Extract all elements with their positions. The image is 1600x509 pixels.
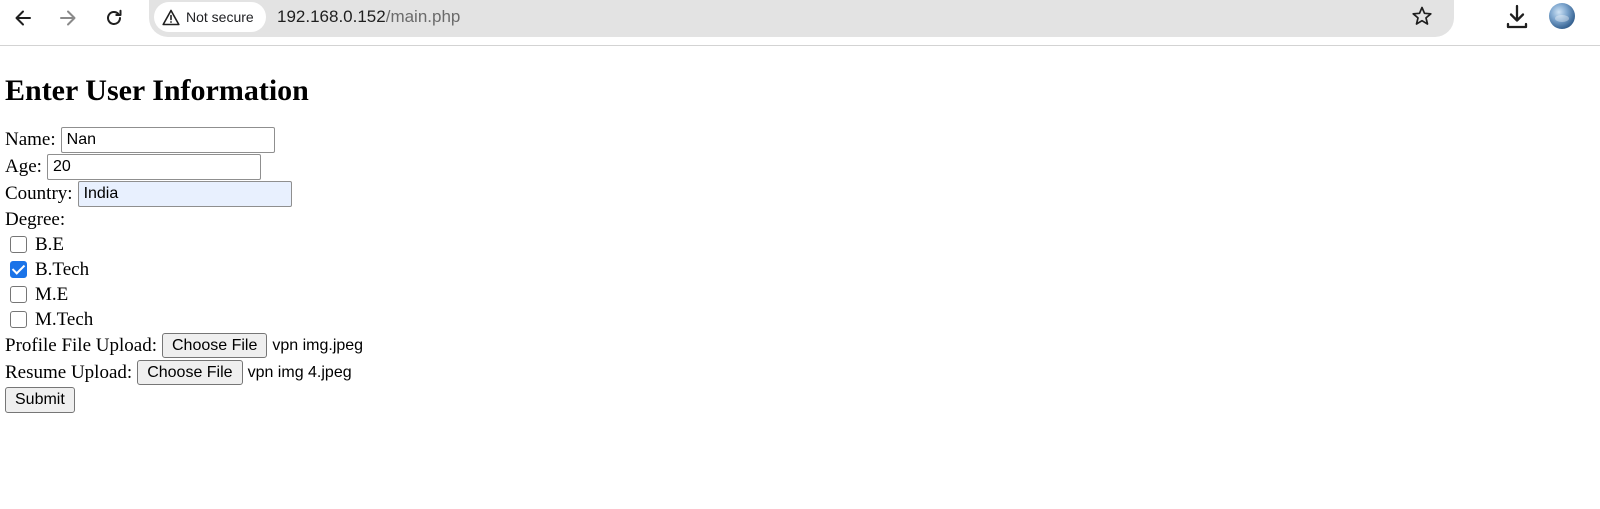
download-icon (1506, 4, 1528, 29)
degree-option-btech[interactable]: B.Tech (5, 257, 363, 282)
back-button[interactable] (8, 3, 38, 33)
resume-upload-label: Resume Upload: (5, 361, 133, 383)
resume-choose-file-button[interactable]: Choose File (137, 360, 243, 385)
security-chip[interactable]: Not secure (154, 2, 266, 32)
name-label: Name: (5, 128, 56, 150)
country-label: Country: (5, 182, 73, 204)
warning-triangle-icon (162, 9, 180, 26)
security-label: Not secure (186, 9, 254, 25)
checkbox-mtech[interactable] (10, 311, 27, 328)
checkbox-be[interactable] (10, 236, 27, 253)
age-row: Age: (5, 153, 363, 180)
degree-option-me[interactable]: M.E (5, 282, 363, 307)
submit-button[interactable]: Submit (5, 386, 75, 413)
profile-avatar[interactable] (1549, 3, 1575, 29)
name-row: Name: (5, 126, 363, 153)
url-path: /main.php (385, 7, 461, 26)
degree-option-label: B.E (35, 233, 65, 255)
forward-button[interactable] (53, 3, 83, 33)
profile-upload-row: Profile File Upload: Choose File vpn img… (5, 332, 363, 359)
submit-row: Submit (5, 386, 363, 413)
degree-option-label: B.Tech (35, 258, 90, 280)
profile-upload-label: Profile File Upload: (5, 334, 157, 356)
name-input[interactable] (60, 126, 275, 153)
degree-option-be[interactable]: B.E (5, 232, 363, 257)
browser-toolbar: Not secure 192.168.0.152/main.php (0, 0, 1600, 46)
arrow-right-icon (60, 10, 76, 26)
page-title: Enter User Information (5, 74, 309, 107)
degree-label: Degree: (5, 209, 66, 230)
degree-option-label: M.Tech (35, 308, 94, 330)
arrow-left-icon (15, 10, 31, 26)
page-content: Enter User Information Name: Age: Countr… (5, 47, 363, 413)
reload-button[interactable] (99, 3, 129, 33)
degree-option-label: M.E (35, 283, 69, 305)
age-label: Age: (5, 155, 42, 177)
checkbox-me[interactable] (10, 286, 27, 303)
bookmark-button[interactable] (1411, 5, 1433, 32)
star-icon (1412, 6, 1432, 25)
download-button[interactable] (1504, 3, 1530, 36)
resume-upload-row: Resume Upload: Choose File vpn img 4.jpe… (5, 359, 363, 386)
age-input[interactable] (46, 153, 261, 180)
profile-file-name: vpn img.jpeg (272, 336, 364, 354)
profile-choose-file-button[interactable]: Choose File (161, 333, 268, 358)
degree-option-mtech[interactable]: M.Tech (5, 307, 363, 332)
url-host: 192.168.0.152 (277, 7, 386, 26)
country-row: Country: (5, 180, 363, 207)
country-input[interactable] (77, 180, 292, 207)
reload-icon (107, 9, 122, 25)
checkbox-btech[interactable] (10, 261, 27, 278)
resume-file-name: vpn img 4.jpeg (247, 363, 352, 381)
address-bar[interactable]: Not secure 192.168.0.152/main.php (149, 0, 1454, 37)
url-text[interactable]: 192.168.0.152/main.php (277, 7, 460, 27)
